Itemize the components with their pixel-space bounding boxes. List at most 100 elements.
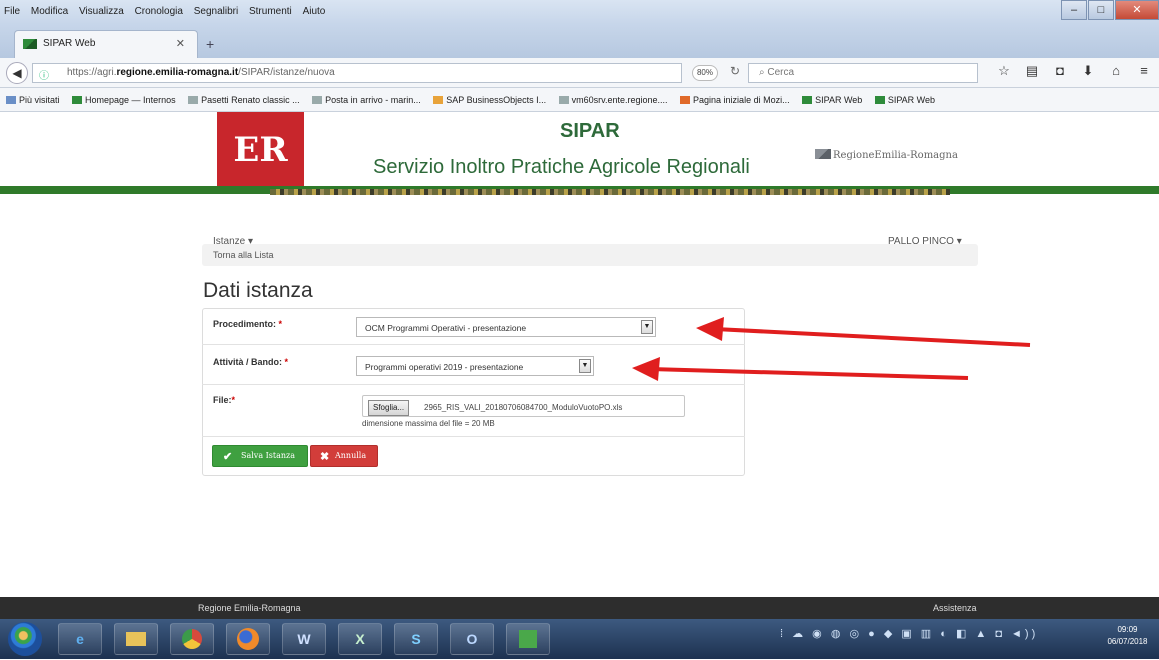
- search-placeholder: Cerca: [767, 67, 795, 78]
- row-divider: [202, 344, 745, 345]
- bookmark-item[interactable]: SIPAR Web: [869, 88, 939, 105]
- minimize-icon[interactable]: –: [1061, 0, 1087, 20]
- bookmarks-bar: Più visitati Homepage — Internos Pasetti…: [0, 88, 1159, 112]
- bookmark-item[interactable]: SIPAR Web: [796, 88, 866, 105]
- bookmark-item[interactable]: Più visitati: [0, 88, 64, 105]
- page-title: Dati istanza: [203, 279, 313, 302]
- site-info-icon[interactable]: ⓘ: [39, 67, 49, 82]
- bookmarks-list-icon[interactable]: ▤: [1018, 63, 1046, 79]
- url-prefix: https://agri.: [67, 67, 117, 78]
- reload-icon[interactable]: ↻: [730, 64, 740, 78]
- procedimento-value: OCM Programmi Operativi - presentazione: [365, 323, 527, 333]
- bookmark-item[interactable]: Pasetti Renato classic ...: [182, 88, 304, 105]
- dropdown-arrow-icon[interactable]: ▼: [641, 320, 653, 334]
- globe-icon: [188, 96, 199, 104]
- required-mark: *: [231, 395, 236, 405]
- attivita-select[interactable]: Programmi operativi 2019 - presentazione…: [356, 356, 594, 376]
- start-button-icon[interactable]: [8, 622, 42, 656]
- save-button[interactable]: ✔ Salva Istanza: [212, 445, 308, 467]
- url-domain: regione.emilia-romagna.it: [116, 67, 239, 78]
- menu-file[interactable]: File: [0, 0, 24, 17]
- dropdown-arrow-icon[interactable]: ▼: [579, 359, 591, 373]
- bookmark-label: vm60srv.ente.regione....: [571, 95, 668, 105]
- new-tab-icon[interactable]: +: [206, 36, 214, 52]
- menu-visualizza[interactable]: Visualizza: [75, 0, 128, 17]
- row-divider: [202, 384, 745, 385]
- back-arrow-icon[interactable]: ◀: [6, 62, 28, 84]
- procedimento-label: Procedimento: *: [213, 319, 282, 329]
- flag-icon: [802, 96, 813, 104]
- bookmark-label: SIPAR Web: [887, 95, 935, 105]
- clock-date: 06/07/2018: [1107, 637, 1148, 646]
- bookmark-item[interactable]: vm60srv.ente.regione....: [553, 88, 672, 105]
- close-tab-icon[interactable]: ✕: [176, 37, 185, 50]
- taskbar-clock[interactable]: 09:09 06/07/2018: [1100, 624, 1155, 648]
- bookmark-star-icon[interactable]: ☆: [990, 63, 1018, 79]
- breadcrumb: [202, 244, 978, 266]
- maximize-icon[interactable]: □: [1088, 0, 1114, 20]
- system-tray-icons[interactable]: ⁞ ☁ ◉ ◍ ◎ ● ◆ ▣ ▥ ◐ ◧ ▲ ◘ ◄)): [780, 627, 1080, 651]
- home-icon[interactable]: ⌂: [1102, 63, 1130, 79]
- chrome-icon[interactable]: [170, 623, 214, 655]
- firefox-icon: [680, 96, 691, 104]
- er-logo: ER: [217, 112, 304, 189]
- bookmark-item[interactable]: SAP BusinessObjects I...: [427, 88, 550, 105]
- browse-button[interactable]: Sfoglia...: [368, 400, 410, 416]
- regione-logo: RegioneEmilia-Romagna: [815, 149, 958, 161]
- bookmark-item[interactable]: Posta in arrivo - marin...: [306, 88, 425, 105]
- skype-icon[interactable]: S: [394, 623, 438, 655]
- file-label: File:*: [213, 395, 235, 405]
- regione-logo-text: RegioneEmilia-Romagna: [833, 150, 958, 161]
- procedimento-select[interactable]: OCM Programmi Operativi - presentazione …: [356, 317, 656, 337]
- close-icon: ✖: [320, 450, 330, 463]
- bookmark-label: SIPAR Web: [815, 95, 863, 105]
- regione-flag-icon: [815, 149, 831, 159]
- clock-time: 09:09: [1117, 625, 1138, 634]
- globe-icon: [312, 96, 323, 104]
- zoom-level[interactable]: 80%: [692, 65, 718, 81]
- required-mark: *: [284, 357, 289, 367]
- cancel-button[interactable]: ✖ Annulla: [310, 445, 378, 467]
- bookmark-label: Homepage — Internos: [85, 95, 176, 105]
- outlook-icon[interactable]: O: [450, 623, 494, 655]
- url-path: /SIPAR/istanze/nuova: [238, 67, 335, 78]
- search-input[interactable]: ⌕ Cerca: [748, 63, 978, 83]
- file-explorer-icon[interactable]: [114, 623, 158, 655]
- firefox-icon[interactable]: [226, 623, 270, 655]
- cancel-label: Annulla: [335, 451, 367, 460]
- header-pattern-band: [270, 189, 950, 195]
- excel-icon[interactable]: X: [338, 623, 382, 655]
- hamburger-menu-icon[interactable]: ≡: [1130, 63, 1158, 79]
- back-to-list-link[interactable]: Torna alla Lista: [213, 250, 274, 260]
- bookmark-label: Pagina iniziale di Mozi...: [693, 95, 790, 105]
- menu-cronologia[interactable]: Cronologia: [131, 0, 187, 17]
- pocket-icon[interactable]: ◘: [1046, 63, 1074, 79]
- label-text: Procedimento:: [213, 319, 277, 329]
- check-icon: ✔: [223, 450, 233, 463]
- url-bar[interactable]: ⓘ https://agri.regione.emilia-romagna.it…: [32, 63, 682, 83]
- word-icon[interactable]: W: [282, 623, 326, 655]
- bookmark-item[interactable]: Pagina iniziale di Mozi...: [674, 88, 794, 105]
- menu-strumenti[interactable]: Strumenti: [245, 0, 296, 17]
- globe-icon: [558, 96, 569, 104]
- project-app-icon[interactable]: [506, 623, 550, 655]
- required-mark: *: [278, 319, 283, 329]
- browser-tab[interactable]: SIPAR Web ✕: [14, 30, 198, 58]
- menu-modifica[interactable]: Modifica: [27, 0, 72, 17]
- selected-file-name: 2965_RIS_VALI_20180706084700_ModuloVuoto…: [424, 403, 623, 412]
- page-footer: [0, 597, 1159, 619]
- flag-icon: [874, 96, 885, 104]
- download-icon[interactable]: ⬇: [1074, 63, 1102, 79]
- bookmark-item[interactable]: Homepage — Internos: [66, 88, 180, 105]
- footer-org-link[interactable]: Regione Emilia-Romagna: [198, 603, 301, 613]
- row-divider: [202, 436, 745, 437]
- footer-assistance-link[interactable]: Assistenza: [933, 603, 977, 613]
- label-text: File:: [213, 395, 232, 405]
- close-window-icon[interactable]: ✕: [1115, 0, 1159, 20]
- menu-aiuto[interactable]: Aiuto: [299, 0, 330, 17]
- window-controls: – □ ✕: [1060, 0, 1159, 22]
- annotation-arrow-procedimento: [696, 317, 1031, 347]
- site-title: SIPAR: [560, 120, 620, 142]
- internet-explorer-icon[interactable]: e: [58, 623, 102, 655]
- menu-segnalibri[interactable]: Segnalibri: [190, 0, 242, 17]
